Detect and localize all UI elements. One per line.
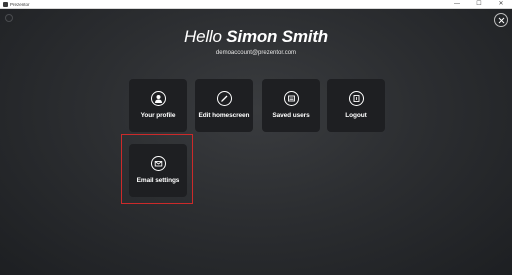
user-name: Simon Smith [226,27,328,46]
logout-label: Logout [345,112,367,119]
saved-users-icon [283,91,299,106]
maximize-button[interactable]: ☐ [468,0,490,9]
edit-homescreen-label: Edit homescreen [198,112,250,119]
greeting-block: Hello Simon Smith demoaccount@prezentor.… [0,27,512,57]
user-email: demoaccount@prezentor.com [215,50,297,56]
profile-menu-screen: Hello Simon Smith demoaccount@prezentor.… [0,9,512,275]
app-icon [3,1,8,7]
minimize-button[interactable]: — [446,0,468,9]
window-title: Prezentor [10,1,30,7]
close-menu-button[interactable] [494,13,508,27]
pencil-icon [216,91,232,106]
logout-tile[interactable]: Logout [327,79,385,132]
close-icon [498,17,504,23]
edit-homescreen-tile[interactable]: Edit homescreen [195,79,253,132]
logout-icon [348,91,364,106]
saved-users-label: Saved users [272,112,310,119]
greeting-hello: Hello [184,27,222,46]
window-titlebar: Prezentor — ☐ ✕ [0,0,512,9]
close-window-button[interactable]: ✕ [490,0,512,9]
email-settings-highlight-box [121,134,193,204]
your-profile-tile[interactable]: Your profile [129,79,187,132]
your-profile-label: Your profile [140,112,176,119]
window-controls: — ☐ ✕ [446,0,512,9]
saved-users-tile[interactable]: Saved users [262,79,320,132]
settings-circle-icon [5,14,13,22]
greeting-heading: Hello Simon Smith [0,27,512,47]
user-icon [150,91,166,106]
